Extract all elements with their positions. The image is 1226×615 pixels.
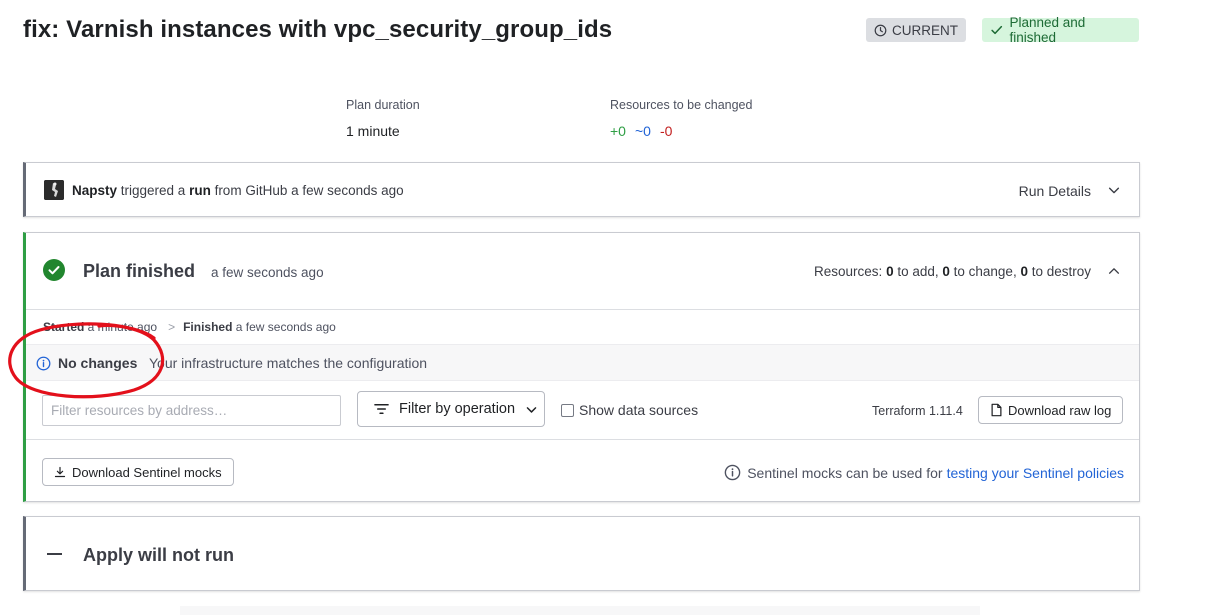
resources-counts: +0 ~0 -0 (610, 123, 672, 139)
bottom-strip (180, 606, 980, 615)
resources-summary: Resources: 0 to add, 0 to change, 0 to d… (814, 264, 1091, 279)
download-raw-log-button[interactable]: Download raw log (978, 396, 1123, 424)
plan-header[interactable]: Plan finished a few seconds ago Resource… (26, 233, 1139, 310)
run-details-button[interactable]: Run Details (1019, 183, 1091, 199)
run-trigger-card[interactable]: Napsty triggered a run from GitHub a few… (23, 162, 1140, 217)
resources-change: ~0 (634, 123, 651, 139)
finished-time: a few seconds ago (232, 320, 336, 334)
change-count: 0 (942, 264, 950, 279)
show-data-sources-checkbox[interactable] (561, 403, 574, 417)
resources-label: Resources to be changed (610, 98, 753, 112)
destroy-count: 0 (1020, 264, 1028, 279)
destroy-text: to destroy (1027, 264, 1091, 279)
annotation-circle (8, 322, 165, 399)
apply-card[interactable]: Apply will not run (23, 516, 1140, 591)
download-sentinel-mocks-button[interactable]: Download Sentinel mocks (42, 458, 234, 486)
chevron-down-icon[interactable] (1107, 183, 1121, 197)
plan-duration-label: Plan duration (346, 98, 420, 112)
terraform-version: Terraform 1.11.4 (872, 404, 963, 418)
trigger-user: Napsty (72, 183, 118, 198)
plan-card: Plan finished a few seconds ago Resource… (23, 232, 1140, 502)
resources-add: +0 (610, 123, 626, 139)
trigger-run-word: run (189, 183, 211, 198)
change-text: to change, (949, 264, 1021, 279)
sentinel-footer: Download Sentinel mocks Sentinel mocks c… (26, 439, 1139, 502)
plan-title: Plan finished (83, 261, 196, 281)
plan-time: a few seconds ago (211, 265, 324, 280)
trigger-text-part: triggered a (117, 183, 190, 198)
file-icon (991, 403, 1002, 417)
dash-icon (47, 553, 62, 555)
no-changes-description: Your infrastructure matches the configur… (149, 355, 428, 371)
trigger-text-rest: from GitHub a few seconds ago (210, 183, 404, 198)
add-count: 0 (886, 264, 894, 279)
avatar (44, 180, 64, 200)
plan-duration-value: 1 minute (346, 123, 400, 139)
show-data-sources-toggle[interactable]: Show data sources (561, 402, 698, 418)
resources-destroy: -0 (659, 123, 673, 139)
sentinel-policies-link[interactable]: testing your Sentinel policies (947, 465, 1124, 481)
no-changes-banner: No changes Your infrastructure matches t… (26, 344, 1139, 381)
download-sentinel-mocks-label: Download Sentinel mocks (72, 464, 222, 480)
resources-prefix: Resources: (814, 264, 887, 279)
current-badge-label: CURRENT (892, 22, 958, 38)
sentinel-mocks-note: Sentinel mocks can be used for testing y… (724, 464, 1124, 481)
filter-by-operation-label: Filter by operation (399, 401, 516, 417)
clock-icon (874, 24, 887, 36)
status-badge: Planned and finished (982, 15, 1139, 45)
finished-label: Finished (183, 320, 233, 334)
filter-by-operation-button[interactable]: Filter by operation (357, 391, 545, 427)
chevron-up-icon[interactable] (1107, 264, 1121, 278)
check-circle-icon (43, 259, 65, 281)
status-badge-label: Planned and finished (1009, 15, 1086, 45)
info-icon (724, 464, 741, 481)
show-data-sources-label: Show data sources (579, 402, 699, 418)
download-icon (54, 466, 66, 478)
page-title: fix: Varnish instances with vpc_security… (23, 16, 613, 43)
sentinel-mocks-text: Sentinel mocks can be used for (747, 464, 943, 481)
chevron-down-icon (526, 406, 537, 413)
add-text: to add, (893, 264, 943, 279)
trigger-text: Napsty triggered a run from GitHub a few… (72, 183, 404, 198)
apply-title: Apply will not run (83, 545, 234, 565)
current-badge: CURRENT (866, 18, 966, 42)
download-raw-log-label: Download raw log (1008, 402, 1112, 418)
check-icon (991, 25, 1003, 35)
filter-lines-icon (374, 404, 389, 414)
timeline-separator: > (168, 320, 176, 334)
